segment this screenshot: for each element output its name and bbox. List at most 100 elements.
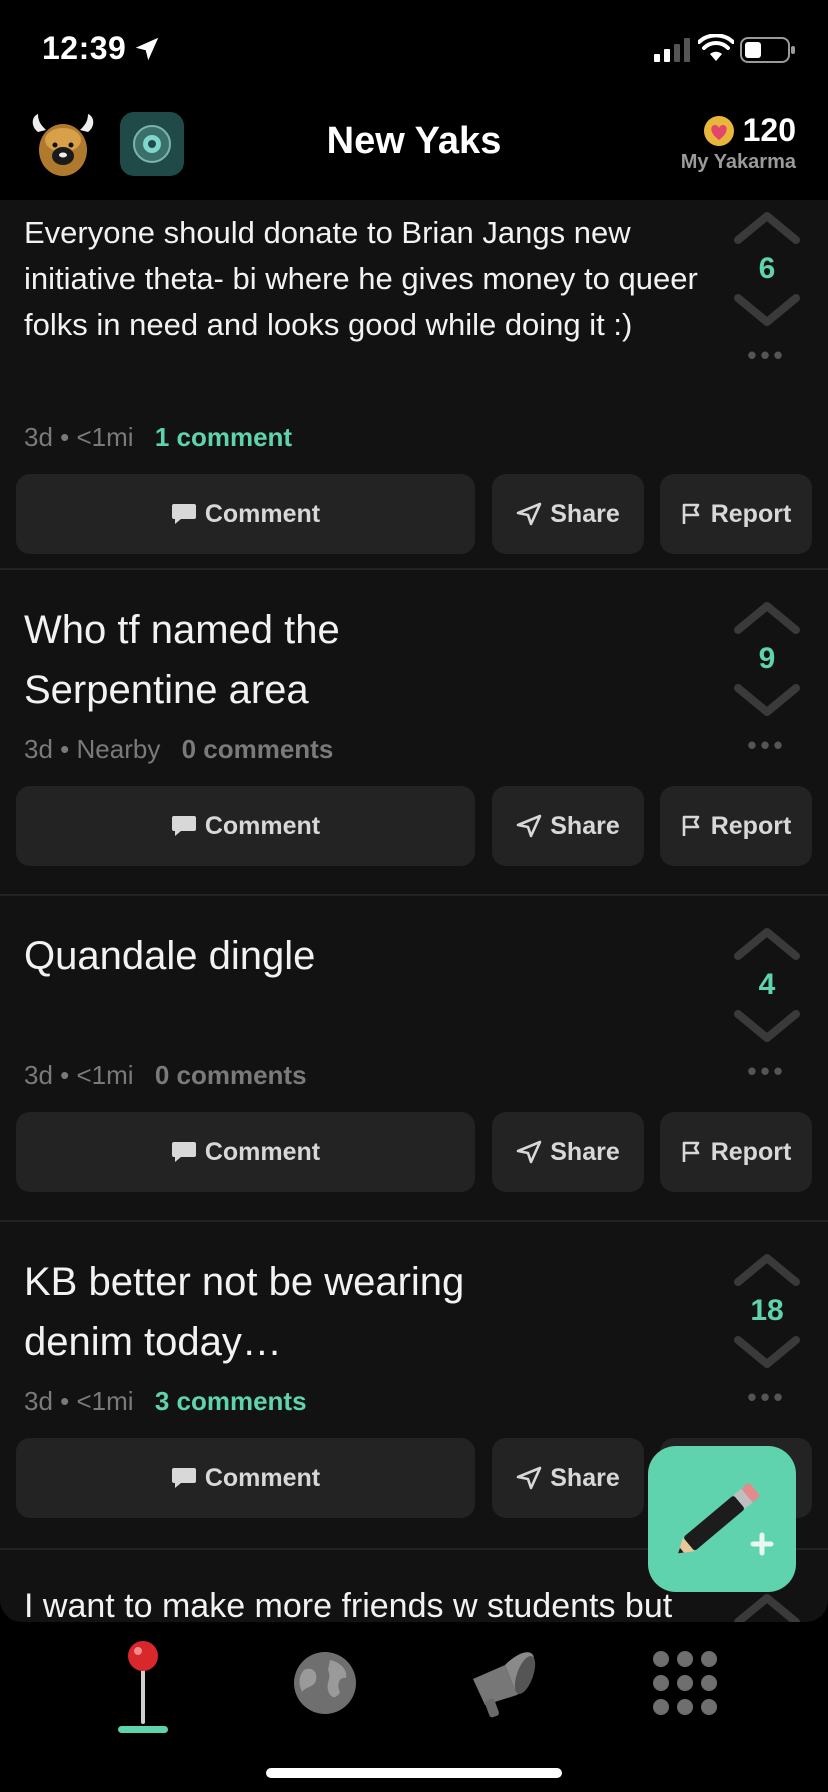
share-label: Share — [550, 1137, 620, 1166]
report-label: Report — [710, 1137, 792, 1166]
vote-count: 4 — [758, 968, 776, 1001]
post-meta: 3d • <1mi 3 comments — [24, 1386, 307, 1417]
comment-label: Comment — [204, 1463, 321, 1492]
meta-separator: • — [60, 422, 70, 452]
more-options-icon[interactable]: ••• — [728, 1382, 806, 1413]
downvote-icon[interactable] — [734, 684, 800, 718]
flag-icon — [682, 1141, 700, 1162]
report-button[interactable]: Report — [660, 786, 812, 866]
comment-button[interactable]: Comment — [16, 786, 475, 866]
globe-icon — [294, 1652, 356, 1714]
share-label: Share — [550, 1463, 620, 1492]
compose-button[interactable] — [648, 1446, 796, 1592]
feed[interactable]: Everyone should donate to Brian Jangs ne… — [0, 200, 828, 1622]
share-button[interactable]: Share — [492, 474, 644, 554]
post-text: KB better not be wearing denim today… — [24, 1260, 465, 1364]
vote-control — [728, 1592, 806, 1622]
post-text: Quandale dingle — [24, 934, 316, 978]
meta-separator: • — [60, 1060, 70, 1090]
home-indicator[interactable] — [266, 1768, 562, 1778]
report-button[interactable]: Report — [660, 1112, 812, 1192]
report-button[interactable]: Report — [660, 474, 812, 554]
status-time: 12:39 — [42, 30, 127, 66]
post-card[interactable]: Who tf named the Serpentine area 9 ••• 3… — [0, 570, 828, 896]
upvote-icon[interactable] — [734, 1252, 800, 1286]
vote-count: 18 — [750, 1294, 784, 1327]
compose-pencil-icon — [678, 1483, 774, 1556]
more-options-icon[interactable]: ••• — [728, 340, 806, 371]
share-label: Share — [550, 499, 620, 528]
post-meta: 3d • <1mi 0 comments — [24, 1060, 307, 1091]
wifi-icon — [698, 34, 734, 61]
tab-local[interactable] — [98, 1638, 188, 1728]
comment-label: Comment — [204, 1137, 321, 1166]
vote-control: 4 ••• — [728, 926, 806, 1087]
share-button[interactable]: Share — [492, 786, 644, 866]
post-text: Who tf named the Serpentine area — [24, 608, 340, 712]
share-icon — [516, 1466, 542, 1490]
share-icon — [516, 502, 542, 526]
more-options-icon[interactable]: ••• — [728, 730, 806, 761]
post-actions: Comment Share Report — [16, 1112, 812, 1192]
comment-count[interactable]: 3 comments — [155, 1386, 307, 1416]
grid-icon — [653, 1651, 717, 1715]
comment-icon — [171, 1468, 196, 1488]
post-distance: <1mi — [76, 422, 134, 452]
status-bar: 12:39 — [0, 0, 828, 100]
share-icon — [516, 814, 542, 838]
comment-icon — [171, 1142, 196, 1162]
upvote-icon[interactable] — [734, 600, 800, 634]
comment-count[interactable]: 0 comments — [155, 1060, 307, 1090]
share-icon — [516, 1140, 542, 1164]
post-text: Everyone should donate to Brian Jangs ne… — [24, 215, 698, 342]
vote-count: 9 — [758, 642, 776, 675]
battery-icon — [740, 37, 795, 63]
vote-control: 9 ••• — [728, 600, 806, 761]
flag-icon — [682, 815, 700, 836]
upvote-icon[interactable] — [734, 210, 800, 244]
comment-label: Comment — [204, 811, 321, 840]
meta-separator: • — [60, 734, 70, 764]
share-button[interactable]: Share — [492, 1112, 644, 1192]
comment-button[interactable]: Comment — [16, 1438, 475, 1518]
post-distance: Nearby — [76, 734, 161, 764]
cellular-signal-icon — [654, 38, 690, 62]
comment-count[interactable]: 1 comment — [155, 422, 292, 452]
vote-count: 6 — [758, 252, 776, 285]
post-age: 3d — [24, 422, 53, 452]
flag-icon — [682, 503, 700, 524]
report-label: Report — [710, 811, 792, 840]
post-text: I want to make more friends w students b… — [24, 1587, 673, 1622]
post-age: 3d — [24, 1060, 53, 1090]
comment-label: Comment — [204, 499, 321, 528]
downvote-icon[interactable] — [734, 294, 800, 328]
post-card[interactable]: Everyone should donate to Brian Jangs ne… — [0, 200, 828, 570]
tab-announcements[interactable] — [460, 1638, 550, 1728]
comment-count[interactable]: 0 comments — [182, 734, 334, 764]
downvote-icon[interactable] — [734, 1336, 800, 1370]
report-label: Report — [710, 499, 792, 528]
comment-button[interactable]: Comment — [16, 474, 475, 554]
more-options-icon[interactable]: ••• — [728, 1056, 806, 1087]
yakarma-count: 120 — [742, 112, 796, 148]
active-tab-indicator — [118, 1726, 168, 1733]
meta-separator: • — [60, 1386, 70, 1416]
share-button[interactable]: Share — [492, 1438, 644, 1518]
downvote-icon[interactable] — [734, 1010, 800, 1044]
post-card[interactable]: Quandale dingle 4 ••• 3d • <1mi 0 commen… — [0, 896, 828, 1222]
share-label: Share — [550, 811, 620, 840]
post-actions: Comment Share Report — [16, 786, 812, 866]
pin-icon — [128, 1641, 158, 1724]
post-age: 3d — [24, 734, 53, 764]
comment-button[interactable]: Comment — [16, 1112, 475, 1192]
tab-more[interactable] — [640, 1638, 730, 1728]
yakarma-heart-icon — [703, 115, 734, 146]
upvote-icon[interactable] — [734, 926, 800, 960]
yakarma-widget[interactable]: 120 My Yakarma — [681, 112, 796, 174]
post-actions: Comment Share Report — [16, 474, 812, 554]
post-distance: <1mi — [76, 1060, 134, 1090]
upvote-icon[interactable] — [734, 1592, 800, 1622]
tab-explore[interactable] — [280, 1638, 370, 1728]
comment-icon — [171, 816, 196, 836]
vote-control: 6 ••• — [728, 210, 806, 371]
